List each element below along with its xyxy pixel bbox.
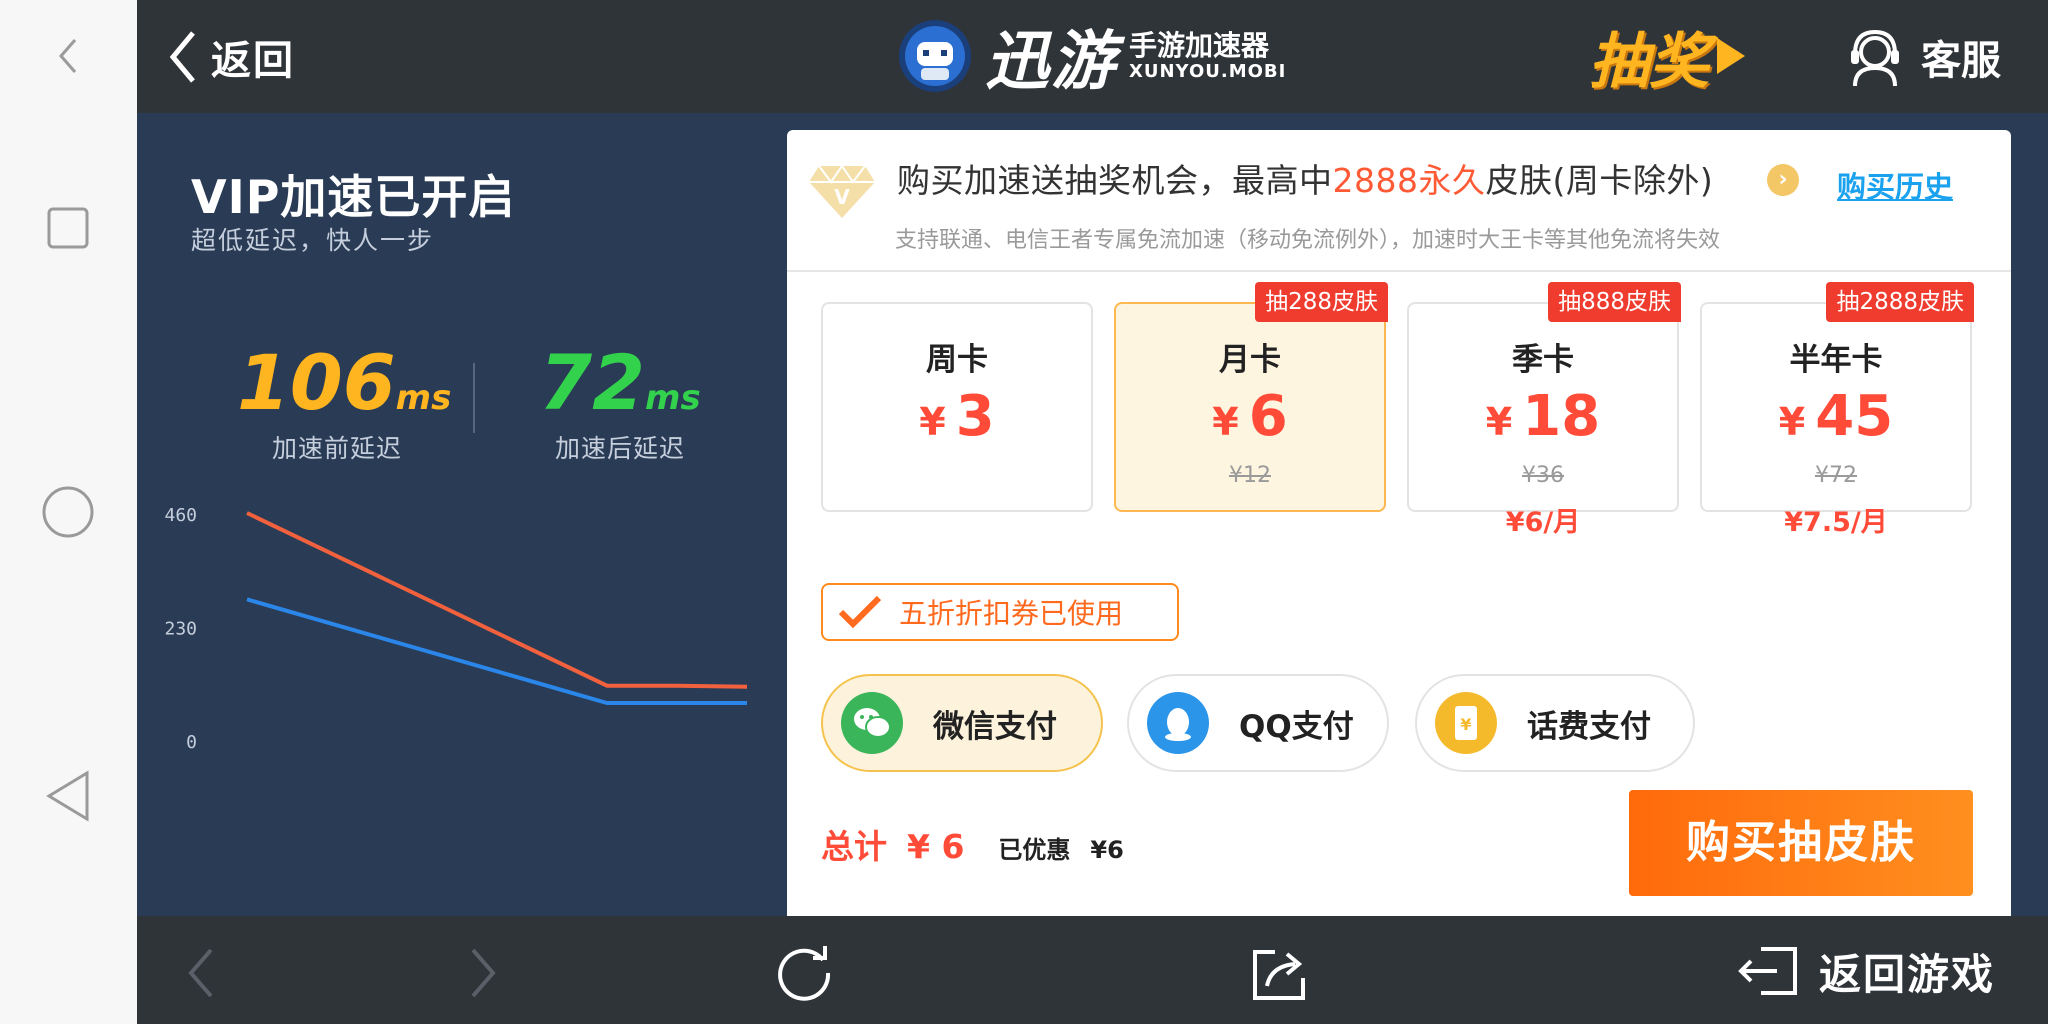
- free-traffic-notice: 支持联通、电信王者专属免流加速（移动免流例外），加速时大王卡等其他免流将失效: [895, 228, 1721, 253]
- nav-back-chevron-icon[interactable]: [40, 28, 96, 84]
- lottery-button[interactable]: 抽奖: [1589, 18, 1749, 97]
- vip-status-subtitle: 超低延迟，快人一步: [191, 226, 435, 255]
- pay-wechat-label: 微信支付: [933, 708, 1057, 745]
- latency-after-value: 72: [539, 338, 646, 427]
- logo-domain: XUNYOU.MOBI: [1129, 60, 1287, 82]
- purchase-panel: V 购买加速送抽奖机会，最高中2888永久皮肤(周卡除外) › 购买历史 支持联…: [787, 130, 2011, 916]
- plan-per-month: ¥7.5/月: [1784, 507, 1888, 538]
- currency-symbol: ¥: [1485, 400, 1513, 444]
- plan-name: 周卡: [926, 342, 988, 378]
- qq-penguin-icon: [1147, 692, 1209, 754]
- discount-value: ¥6: [1090, 836, 1124, 864]
- plan-price: ¥18: [1485, 384, 1601, 449]
- plan-card-weekly[interactable]: 周卡 ¥3: [821, 302, 1093, 512]
- plan-name: 半年卡: [1789, 342, 1883, 378]
- plan-tag: 抽2888皮肤: [1826, 282, 1974, 322]
- promo-prefix: 购买加速送抽奖机会，最高中: [897, 161, 1333, 200]
- plan-per-month: ¥6/月: [1505, 507, 1581, 538]
- lottery-label: 抽奖: [1589, 26, 1709, 97]
- plan-tag: 抽888皮肤: [1548, 282, 1681, 322]
- buy-button[interactable]: 购买抽皮肤: [1629, 790, 1973, 896]
- service-label: 客服: [1921, 38, 2001, 84]
- back-button[interactable]: 返回: [167, 24, 295, 90]
- plan-name: 月卡: [1219, 342, 1281, 378]
- app-header: 返回 迅游 手游加速器 XUNYOU.MOBI 抽奖 客服: [137, 0, 2048, 113]
- forward-page-icon[interactable]: [451, 940, 517, 1006]
- plan-tag: 抽288皮肤: [1255, 282, 1388, 322]
- y-tick-label: 230: [164, 619, 197, 640]
- promo-arrow-icon[interactable]: ›: [1767, 164, 1799, 196]
- order-total: 总计 ¥ 6 已优惠 ¥6: [821, 820, 1124, 868]
- total-label: 总计: [821, 827, 887, 866]
- latency-before-value: 106: [237, 338, 396, 427]
- svg-text:V: V: [834, 185, 850, 209]
- latency-after-unit: ms: [645, 378, 701, 418]
- plan-price: ¥3: [919, 384, 995, 449]
- latency-series-line-0: [246, 511, 748, 689]
- currency-symbol: ¥: [1212, 400, 1239, 444]
- system-nav-bar: [0, 0, 137, 1024]
- currency-symbol: ¥: [1778, 400, 1806, 444]
- pay-phone-bill-label: 话费支付: [1527, 708, 1651, 745]
- promo-suffix: 皮肤(周卡除外): [1485, 161, 1714, 200]
- app-logo: 迅游 手游加速器 XUNYOU.MOBI: [897, 14, 1287, 99]
- plan-price: ¥6: [1212, 384, 1288, 449]
- headset-icon: [1851, 29, 1899, 87]
- vip-diamond-icon: V: [809, 164, 875, 218]
- y-tick-label: 0: [186, 732, 197, 753]
- logo-subtitle: 手游加速器: [1129, 28, 1270, 62]
- coupon-label: 五折折扣券已使用: [899, 597, 1124, 630]
- nav-recents-icon[interactable]: [40, 200, 96, 256]
- back-label: 返回: [211, 38, 295, 84]
- pay-phone-bill-button[interactable]: ¥ 话费支付: [1415, 674, 1695, 772]
- latency-before-caption: 加速前延迟: [271, 434, 402, 463]
- purchase-history-link[interactable]: 购买历史: [1837, 164, 1953, 206]
- latency-after-caption: 加速后延迟: [554, 434, 685, 463]
- svg-text:¥: ¥: [1460, 715, 1471, 734]
- latency-chart: 460 230 0: [164, 505, 748, 753]
- y-tick-label: 460: [164, 505, 197, 526]
- latency-before-unit: ms: [395, 378, 452, 418]
- plan-original-price: ¥12: [1229, 463, 1271, 488]
- share-icon[interactable]: [1247, 940, 1313, 1006]
- plan-original-price: ¥36: [1522, 463, 1564, 488]
- pay-qq-label: QQ支付: [1239, 708, 1354, 745]
- logo-name: 迅游: [985, 25, 1117, 99]
- checkmark-icon: [838, 595, 882, 629]
- return-to-game-button[interactable]: 返回游戏: [1737, 938, 1995, 1004]
- latency-after: 72ms 加速后延迟: [520, 345, 720, 465]
- bottom-toolbar: 返回游戏: [137, 916, 2048, 1024]
- robot-logo-icon: [899, 20, 971, 92]
- nav-home-icon[interactable]: [40, 484, 96, 540]
- discount-label: 已优惠: [998, 836, 1071, 864]
- pay-qq-button[interactable]: QQ支付: [1127, 674, 1389, 772]
- plan-price: ¥45: [1778, 384, 1894, 449]
- back-arrow-icon: [169, 31, 195, 83]
- wechat-icon: [841, 692, 903, 754]
- exit-arrow-icon: [1738, 947, 1797, 995]
- plan-name: 季卡: [1512, 342, 1574, 378]
- promo-text: 购买加速送抽奖机会，最高中2888永久皮肤(周卡除外): [897, 154, 1713, 202]
- plan-card-quarterly[interactable]: 抽888皮肤 季卡 ¥18 ¥36 ¥6/月: [1407, 282, 1681, 538]
- latency-divider: [473, 363, 475, 433]
- phone-bill-icon: ¥: [1435, 692, 1497, 754]
- customer-service-button[interactable]: 客服: [1847, 22, 2001, 92]
- total-value: ¥ 6: [907, 827, 965, 866]
- vip-status-title: VIP加速已开启: [191, 170, 516, 224]
- refresh-icon[interactable]: [771, 940, 837, 1006]
- latency-before: 106ms 加速前延迟: [237, 345, 451, 465]
- promo-highlight: 2888永久: [1332, 161, 1486, 200]
- currency-symbol: ¥: [919, 400, 946, 444]
- return-to-game-label: 返回游戏: [1819, 949, 1996, 999]
- back-page-icon[interactable]: [167, 940, 233, 1006]
- divider: [787, 270, 2011, 272]
- acceleration-panel: VIP加速已开启 超低延迟，快人一步 106ms 加速前延迟 72ms 加速后延…: [137, 113, 787, 916]
- plan-original-price: ¥72: [1815, 463, 1857, 488]
- plan-card-monthly[interactable]: 抽288皮肤 月卡 ¥6 ¥12: [1114, 282, 1388, 512]
- coupon-applied-badge[interactable]: 五折折扣券已使用: [821, 583, 1179, 641]
- plan-card-half-year[interactable]: 抽2888皮肤 半年卡 ¥45 ¥72 ¥7.5/月: [1700, 282, 1974, 538]
- nav-back-triangle-icon[interactable]: [40, 768, 96, 824]
- play-triangle-icon: [1717, 38, 1745, 74]
- pay-wechat-button[interactable]: 微信支付: [821, 674, 1103, 772]
